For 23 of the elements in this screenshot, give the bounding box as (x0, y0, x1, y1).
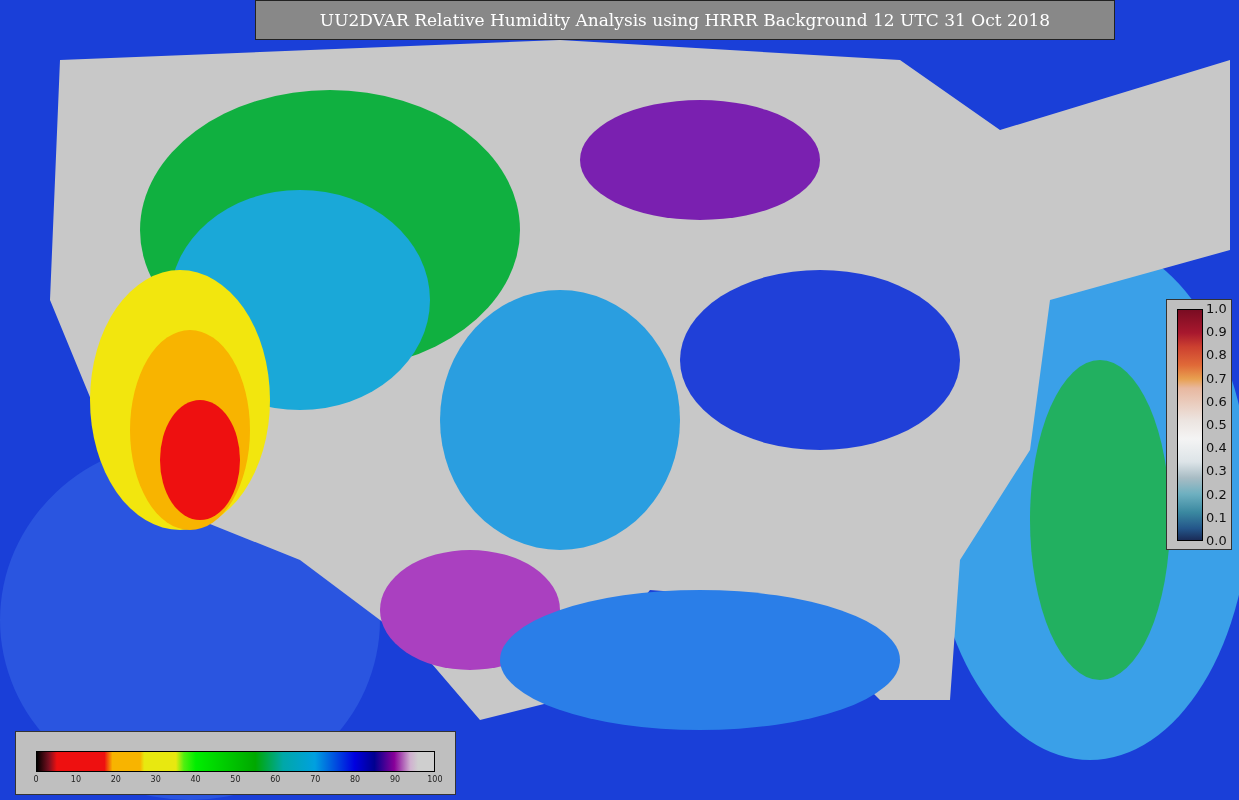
tick-label: 0.7 (1206, 370, 1227, 387)
tick-label: 50 (229, 775, 242, 784)
tick-label: 40 (189, 775, 202, 784)
tick-label: 0.8 (1206, 347, 1227, 364)
tick-label: 0.1 (1206, 509, 1227, 526)
tick-label: 0.2 (1206, 486, 1227, 503)
tick-label: 10 (69, 775, 82, 784)
tick-label: 0.4 (1206, 440, 1227, 457)
tick-label: 0.6 (1206, 393, 1227, 410)
tick-label: 0.5 (1206, 416, 1227, 433)
tick-label: 100 (426, 775, 443, 784)
tick-label: 30 (149, 775, 162, 784)
tick-label: 1.0 (1206, 301, 1227, 317)
tick-label: 0.0 (1206, 532, 1227, 549)
tick-label: 0.3 (1206, 463, 1227, 480)
tick-label: 60 (269, 775, 282, 784)
tick-label: 70 (309, 775, 322, 784)
tick-label: 0.9 (1206, 324, 1227, 341)
tick-label: 80 (349, 775, 362, 784)
tick-label: 90 (388, 775, 402, 784)
chart-title: UU2DVAR Relative Humidity Analysis using HRRR Background 12 UTC 31 Oct 2018 (255, 0, 1115, 40)
tick-label: 20 (109, 775, 122, 784)
tick-label: 0 (32, 775, 40, 784)
